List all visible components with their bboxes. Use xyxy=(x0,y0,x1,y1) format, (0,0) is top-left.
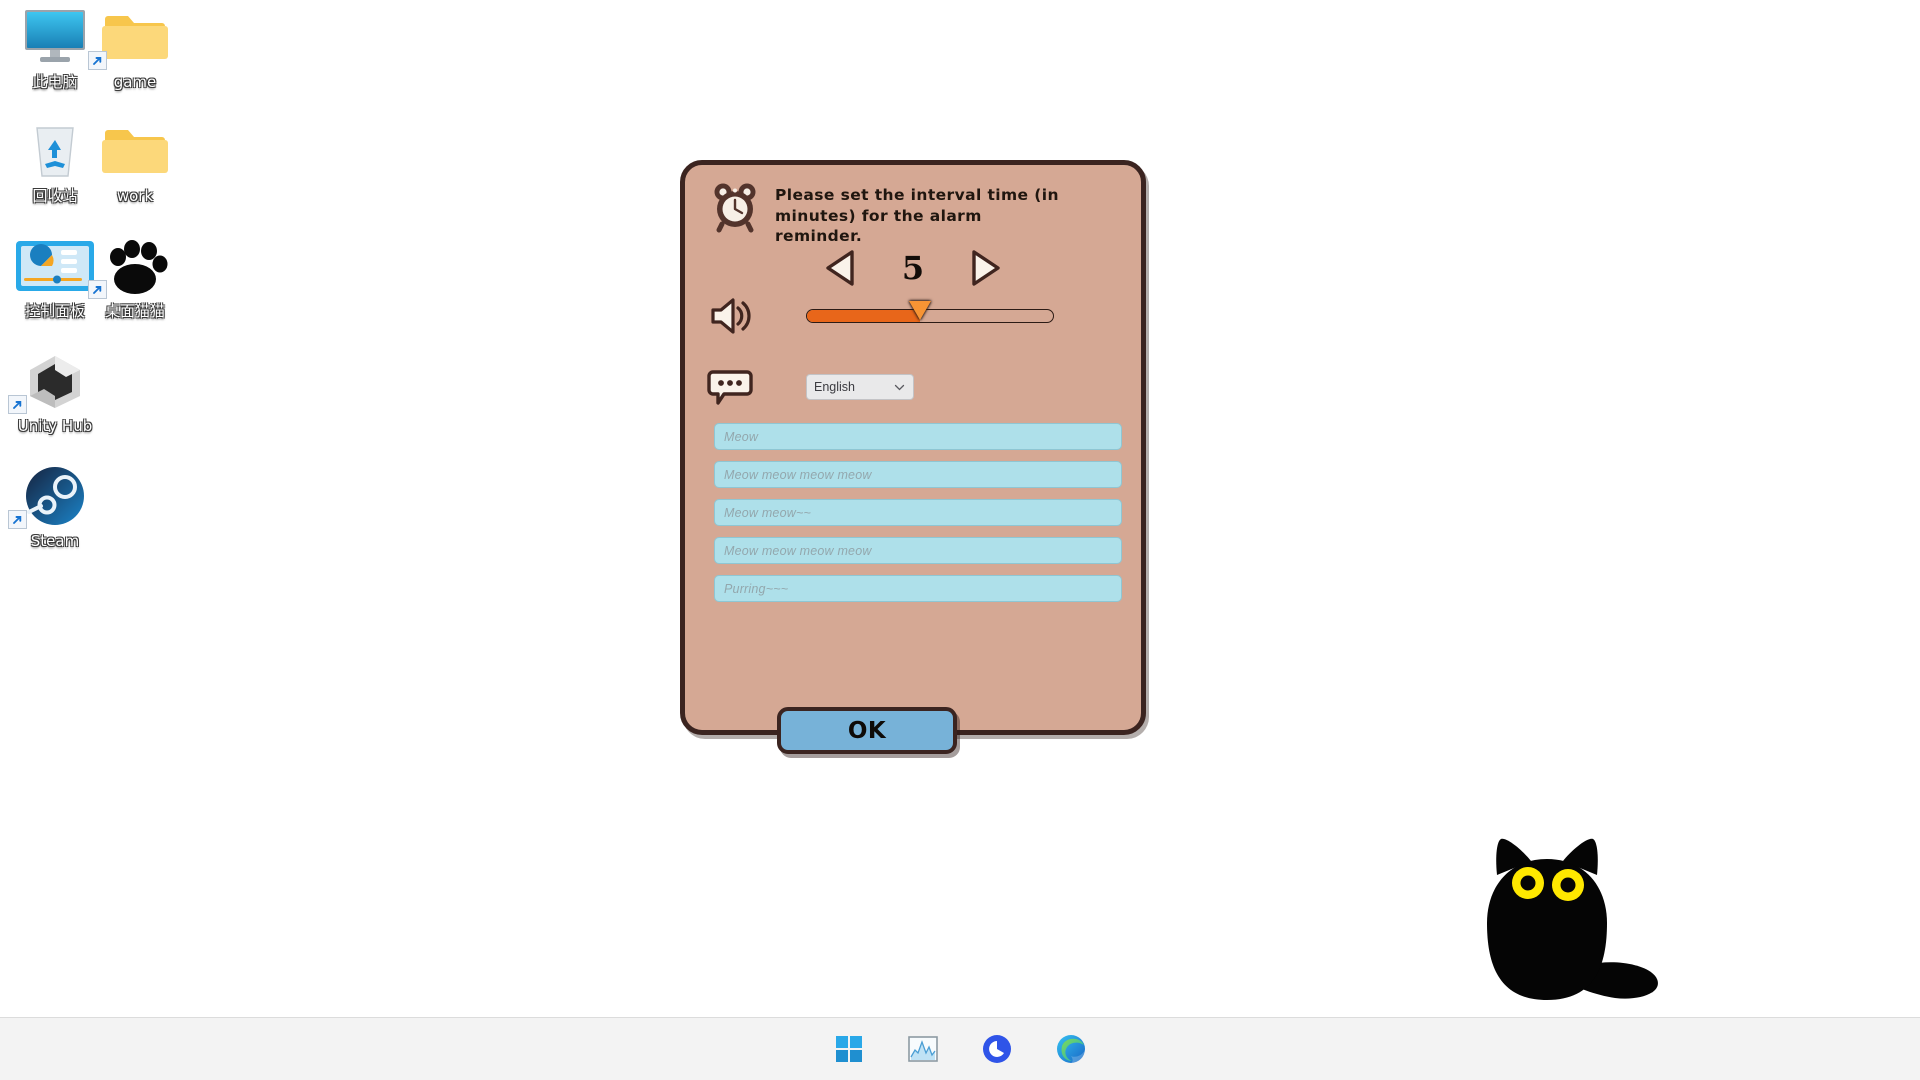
desktop-icon-unity-hub[interactable]: Unity Hub xyxy=(0,350,110,435)
interval-value: 5 xyxy=(901,249,925,287)
shortcut-arrow-icon xyxy=(8,395,27,414)
start-button[interactable] xyxy=(832,1032,866,1066)
desktop-icon-label: 桌面猫猫 xyxy=(104,302,165,320)
app-button[interactable] xyxy=(980,1032,1014,1066)
desktop-icon-game[interactable]: game xyxy=(80,6,190,91)
edge-button[interactable] xyxy=(1054,1032,1088,1066)
speech-bubble-icon xyxy=(707,368,753,406)
volume-slider-handle[interactable] xyxy=(909,301,932,320)
message-field-3[interactable]: Meow meow~~ xyxy=(714,499,1122,526)
interval-increment-button[interactable] xyxy=(965,247,1005,289)
dialog-message: Please set the interval time (in minutes… xyxy=(775,186,1059,246)
unity-icon xyxy=(0,350,110,414)
volume-slider-fill xyxy=(807,310,921,322)
desktop-icon-label: Unity Hub xyxy=(17,417,93,435)
desktop-cat[interactable] xyxy=(1425,815,1670,1030)
message-field-placeholder: Meow xyxy=(724,429,759,444)
message-field-placeholder: Meow meow meow meow xyxy=(724,467,872,482)
language-selected-value: English xyxy=(814,380,855,394)
dialog-header: Please set the interval time (in minutes… xyxy=(709,181,1129,247)
message-field-1[interactable]: Meow xyxy=(714,423,1122,450)
taskbar xyxy=(0,1017,1920,1080)
speaker-icon xyxy=(707,295,753,337)
volume-slider[interactable] xyxy=(806,301,1054,323)
message-field-5[interactable]: Purring~~~ xyxy=(714,575,1122,602)
volume-row xyxy=(707,293,1129,339)
desktop-icon-label: Steam xyxy=(30,532,80,550)
folder-icon xyxy=(80,6,190,70)
desktop-icon-label: work xyxy=(116,187,154,205)
message-field-2[interactable]: Meow meow meow meow xyxy=(714,461,1122,488)
chevron-down-icon xyxy=(893,381,906,394)
alarm-clock-icon xyxy=(709,181,761,233)
message-field-placeholder: Meow meow meow meow xyxy=(724,543,872,558)
desktop-icon-label: game xyxy=(113,73,157,91)
desktop-icon-work[interactable]: work xyxy=(80,120,190,205)
desktop-icon-desktop-cat[interactable]: 桌面猫猫 xyxy=(80,235,190,320)
interval-decrement-button[interactable] xyxy=(821,247,861,289)
shortcut-arrow-icon xyxy=(88,280,107,299)
message-field-placeholder: Purring~~~ xyxy=(724,581,789,596)
interval-spinner: 5 xyxy=(685,247,1141,289)
paw-icon xyxy=(80,235,190,299)
message-fields: Meow Meow meow meow meow Meow meow~~ Meo… xyxy=(714,423,1122,613)
language-row: English xyxy=(707,367,1129,407)
ok-button-label: OK xyxy=(847,717,887,744)
desktop-background[interactable]: 此电脑 game 回收站 work 控制面板 桌面猫猫 Unity Hub St… xyxy=(0,0,1920,1017)
alarm-settings-dialog: Please set the interval time (in minutes… xyxy=(680,160,1146,735)
folder-icon xyxy=(80,120,190,182)
steam-icon xyxy=(0,465,110,529)
message-field-placeholder: Meow meow~~ xyxy=(724,505,811,520)
shortcut-arrow-icon xyxy=(88,51,107,70)
ok-button[interactable]: OK xyxy=(777,707,957,754)
task-manager-button[interactable] xyxy=(906,1032,940,1066)
language-select[interactable]: English xyxy=(806,374,914,400)
desktop-icon-steam[interactable]: Steam xyxy=(0,465,110,550)
shortcut-arrow-icon xyxy=(8,510,27,529)
message-field-4[interactable]: Meow meow meow meow xyxy=(714,537,1122,564)
